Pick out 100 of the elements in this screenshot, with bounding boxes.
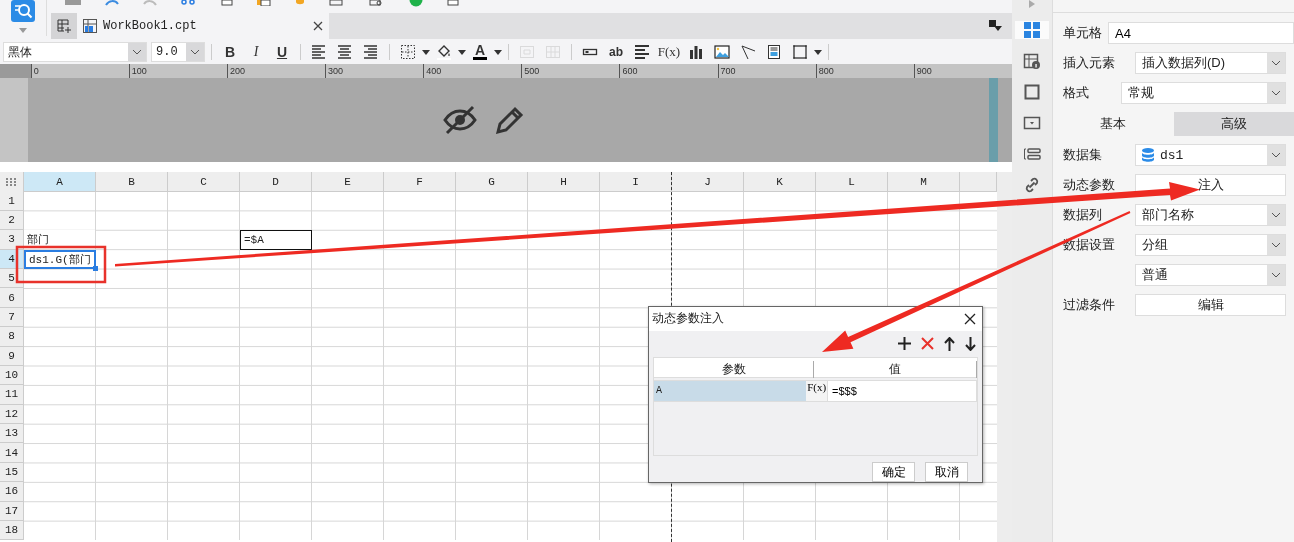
row-header[interactable]: 14 (0, 443, 24, 463)
row-header[interactable]: 8 (0, 327, 24, 347)
dialog-button[interactable]: 取消 (925, 462, 968, 482)
chevron-icon[interactable] (132, 49, 142, 55)
chevron-icon[interactable] (1271, 212, 1281, 218)
chevron-icon[interactable] (1271, 272, 1281, 278)
cell-field[interactable]: A4 (1108, 22, 1294, 44)
new-report-button[interactable] (51, 13, 77, 39)
row-header[interactable]: 7 (0, 307, 24, 328)
hidden-eye-icon[interactable] (442, 105, 477, 135)
close-icon[interactable] (313, 21, 323, 31)
close-icon[interactable] (964, 312, 976, 325)
list-icon[interactable] (1023, 145, 1041, 163)
bold-button[interactable]: B (218, 42, 242, 62)
rich-text-icon[interactable] (634, 44, 650, 60)
column-header[interactable]: F (384, 172, 456, 192)
border-icon[interactable] (400, 44, 416, 60)
dropdown-field[interactable]: 普通 (1135, 264, 1286, 286)
dropdown-button[interactable] (1267, 205, 1285, 225)
text-button[interactable]: ab (604, 42, 628, 62)
chart-icon[interactable] (688, 44, 704, 60)
column-header[interactable]: B (96, 172, 168, 192)
toolbar-icon[interactable] (65, 0, 81, 6)
chevron-icon[interactable] (190, 49, 200, 55)
chevron-icon[interactable] (1271, 60, 1281, 66)
column-header[interactable]: L (816, 172, 888, 192)
column-header[interactable]: M (888, 172, 960, 192)
frame-icon[interactable] (792, 44, 808, 60)
row-header[interactable]: 11 (0, 385, 24, 405)
chevron-icon[interactable] (1271, 90, 1281, 96)
row-header[interactable]: 10 (0, 365, 24, 386)
side-panel-tab[interactable] (1015, 21, 1049, 39)
row-header[interactable]: 18 (0, 521, 24, 541)
pencil-icon[interactable] (494, 105, 525, 135)
app-logo-icon[interactable] (10, 0, 36, 22)
align-left-icon[interactable] (311, 44, 327, 60)
undo-icon[interactable] (105, 0, 119, 6)
square-icon[interactable] (1023, 83, 1041, 101)
dropdown-icon[interactable] (1023, 114, 1041, 132)
layout-icon[interactable] (989, 20, 1002, 32)
subreport-icon[interactable] (766, 44, 782, 60)
font-select[interactable]: 黑体 (3, 42, 147, 62)
info-icon[interactable] (1023, 52, 1041, 70)
chevron-icon[interactable] (1271, 152, 1281, 158)
dropdown-field[interactable]: 部门名称 (1135, 204, 1286, 226)
column-header[interactable]: A (24, 172, 96, 192)
paste-icon[interactable] (257, 0, 271, 6)
add-icon[interactable] (898, 337, 911, 351)
up-arrow-icon[interactable] (944, 336, 955, 351)
column-header[interactable]: E (312, 172, 384, 192)
row-header[interactable]: 2 (0, 210, 24, 231)
align-center-icon[interactable] (337, 44, 353, 60)
dropdown-button[interactable] (1267, 265, 1285, 285)
row-header[interactable]: 15 (0, 462, 24, 483)
column-header[interactable]: K (744, 172, 816, 192)
italic-button[interactable]: I (244, 42, 268, 62)
row-header[interactable]: 13 (0, 424, 24, 444)
dropdown-button[interactable] (1267, 83, 1285, 103)
dataset-field[interactable]: ds1 (1135, 144, 1286, 166)
value-field[interactable]: =$$$ (828, 380, 976, 401)
row-header[interactable]: 1 (0, 191, 24, 211)
grid-plus-icon[interactable] (57, 19, 71, 33)
dropdown-button[interactable] (1267, 145, 1285, 165)
select-all-icon[interactable] (6, 177, 17, 186)
row-header[interactable]: 17 (0, 501, 24, 522)
row-header[interactable]: 6 (0, 288, 24, 308)
formula-button[interactable]: F(x) (806, 380, 827, 401)
dropdown-button[interactable] (128, 43, 146, 61)
checkbox-icon[interactable] (447, 0, 459, 6)
image-icon[interactable] (714, 44, 730, 60)
row-header[interactable]: 16 (0, 482, 24, 502)
cut-icon[interactable] (181, 0, 195, 6)
font-size-select[interactable]: 9.0 (151, 42, 205, 62)
parameter-cell[interactable]: A (654, 380, 807, 401)
delete-icon[interactable] (921, 337, 934, 351)
scrollbar[interactable] (997, 172, 1012, 542)
dropdown-field[interactable]: 常规 (1121, 82, 1286, 104)
dropdown-field[interactable]: 分组 (1135, 234, 1286, 256)
link-icon[interactable] (1023, 176, 1041, 194)
column-header[interactable]: C (168, 172, 240, 192)
row-header[interactable]: 12 (0, 404, 24, 425)
column-header[interactable]: I (600, 172, 672, 192)
dropdown-button[interactable] (186, 43, 204, 61)
caret-icon[interactable] (19, 28, 27, 33)
column-header[interactable]: G (456, 172, 528, 192)
row-header[interactable]: 3 (0, 230, 24, 250)
copy-icon[interactable] (219, 0, 233, 6)
selected-cell[interactable]: ds1.G(部门 (24, 249, 96, 269)
dropdown-button[interactable] (1267, 53, 1285, 73)
align-right-icon[interactable] (363, 44, 379, 60)
formula-button[interactable]: F(x) (656, 42, 682, 62)
panel-tab[interactable]: 高级 (1173, 112, 1294, 136)
column-header[interactable]: J (672, 172, 744, 192)
dropdown-button[interactable] (1267, 235, 1285, 255)
slash-icon[interactable] (740, 44, 756, 60)
dialog-button[interactable]: 确定 (872, 462, 915, 482)
fill-icon[interactable] (436, 44, 452, 60)
font-color-button[interactable]: A (468, 42, 492, 62)
dropdown-field[interactable]: 插入数据列(D) (1135, 52, 1286, 74)
column-header[interactable]: D (240, 172, 312, 192)
